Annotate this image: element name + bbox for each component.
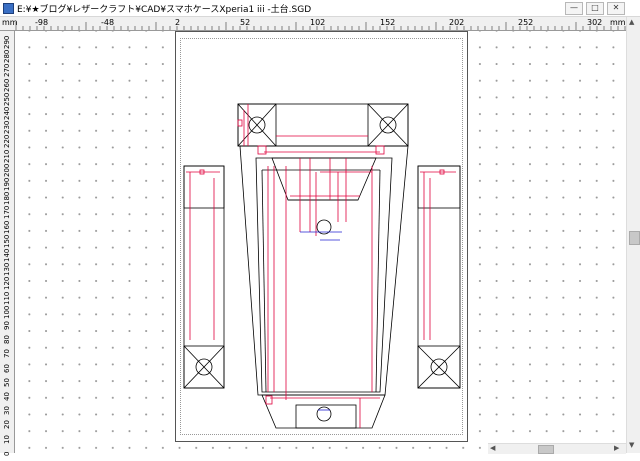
ruler-label: 202 (449, 18, 465, 27)
ruler-label: 110 (3, 290, 11, 305)
paper-sheet (175, 31, 468, 442)
ruler-label: 280 (3, 49, 11, 63)
ruler-label: 140 (3, 248, 11, 262)
ruler-label: 80 (3, 335, 11, 345)
ruler-label: 240 (3, 106, 11, 120)
ruler-label: 210 (3, 148, 11, 163)
scroll-left-button[interactable]: ◀ (490, 444, 495, 452)
window-title: E:¥★ブログ¥レザークラフト¥CAD¥スマホケースXperia1 iii -土… (17, 5, 312, 15)
scroll-right-button[interactable]: ▶ (614, 444, 619, 452)
app-icon (3, 3, 14, 14)
ruler-label: 60 (3, 364, 11, 374)
scroll-up-button[interactable]: ▲ (629, 18, 634, 26)
ruler-label: 250 (3, 92, 11, 106)
ruler-label: 0 (3, 451, 11, 457)
ruler-label: 290 (3, 35, 11, 49)
ruler-label: 30 (3, 406, 11, 416)
ruler-label: 160 (3, 219, 11, 234)
ruler-label: 52 (240, 18, 251, 27)
ruler-label: 20 (3, 420, 11, 430)
ruler-label: 102 (310, 18, 326, 27)
scroll-thumb[interactable] (629, 231, 640, 245)
horizontal-scrollbar[interactable]: ◀ ▶ (488, 443, 626, 454)
ruler-label: 120 (3, 276, 11, 291)
ruler-label: 220 (3, 134, 11, 149)
ruler-label: 230 (3, 120, 11, 134)
ruler-label: 260 (3, 77, 11, 92)
ruler-label: 150 (3, 234, 11, 248)
ruler-label: 50 (3, 378, 11, 388)
ruler-label: 200 (3, 163, 11, 177)
maximize-button[interactable]: □ (586, 2, 604, 15)
vertical-scrollbar[interactable]: ▲ ▼ (626, 17, 640, 453)
ruler-label: 70 (3, 349, 11, 359)
ruler-label: 180 (3, 191, 11, 205)
title-bar: E:¥★ブログ¥レザークラフト¥CAD¥スマホケースXperia1 iii -土… (0, 0, 640, 17)
ruler-unit-left: mm (2, 18, 18, 27)
minimize-button[interactable]: — (565, 2, 583, 15)
print-margin (180, 38, 463, 435)
ruler-label: 252 (518, 18, 534, 27)
ruler-label: 152 (380, 18, 396, 27)
ruler-label: 2 (175, 18, 181, 27)
ruler-unit-right: mm (610, 18, 626, 27)
ruler-label: 90 (3, 321, 11, 331)
ruler-label: 40 (3, 392, 11, 402)
ruler-label: 100 (3, 305, 11, 319)
ruler-label: 302 (587, 18, 603, 27)
ruler-label: 190 (3, 177, 11, 191)
horizontal-ruler: -98 -48 2 52 102 152 202 252 302 (0, 17, 626, 31)
vertical-ruler: 290 280 270 260 250 240 230 220 210 200 190 180 170 1… (0, 31, 15, 456)
ruler-label: 270 (3, 63, 11, 78)
ruler-label: -48 (101, 18, 115, 27)
ruler-label: 170 (3, 205, 11, 220)
ruler-label: -98 (35, 18, 49, 27)
ruler-label: 10 (3, 435, 11, 445)
close-button[interactable]: ✕ (607, 2, 625, 15)
scroll-down-button[interactable]: ▼ (629, 441, 634, 449)
ruler-label: 130 (3, 262, 11, 276)
